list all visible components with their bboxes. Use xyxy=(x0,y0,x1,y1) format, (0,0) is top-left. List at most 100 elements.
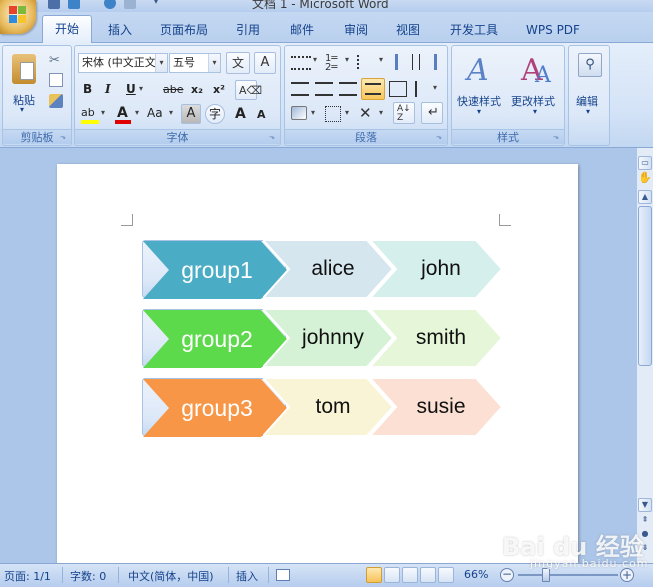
italic-icon[interactable]: I xyxy=(105,82,111,96)
change-styles-button[interactable]: A A 更改样式 ▾ xyxy=(510,48,564,124)
member-chevron[interactable]: john xyxy=(370,240,502,298)
copy-icon[interactable] xyxy=(49,73,63,87)
pan-hand-icon[interactable]: ✋ xyxy=(638,172,652,186)
zoom-slider-track[interactable] xyxy=(518,574,618,576)
tab-insert[interactable]: 插入 xyxy=(100,20,140,42)
underline-dropdown-icon[interactable]: ▾ xyxy=(139,84,143,93)
tab-references[interactable]: 引用 xyxy=(228,20,268,42)
strikethrough-icon[interactable]: abe xyxy=(163,83,184,96)
scroll-up-icon[interactable]: ▲ xyxy=(638,190,652,204)
shading-dropdown-icon[interactable]: ▾ xyxy=(311,108,315,117)
member-chevron[interactable]: susie xyxy=(370,378,502,436)
paste-dropdown-icon[interactable]: ▾ xyxy=(20,105,24,114)
previous-page-icon[interactable]: ⇞ xyxy=(638,514,652,528)
tab-developer[interactable]: 开发工具 xyxy=(442,20,506,42)
web-layout-icon[interactable] xyxy=(402,567,418,583)
numbering-icon[interactable]: 1═ 2═ xyxy=(325,54,337,73)
align-right-icon[interactable] xyxy=(339,82,357,96)
sort-button[interactable]: A↓ Z xyxy=(393,102,415,124)
insert-mode-indicator[interactable]: 插入 xyxy=(236,568,258,584)
tab-review[interactable]: 审阅 xyxy=(336,20,376,42)
macro-record-icon[interactable] xyxy=(276,569,290,581)
underline-icon[interactable]: U xyxy=(126,82,136,96)
numbering-dropdown-icon[interactable]: ▾ xyxy=(345,55,349,64)
font-name-dropdown-icon[interactable]: ▾ xyxy=(155,54,167,72)
language-indicator[interactable]: 中文(简体，中国) xyxy=(128,568,214,584)
office-button[interactable] xyxy=(0,0,36,34)
superscript-icon[interactable]: x² xyxy=(213,83,225,96)
shading-icon[interactable] xyxy=(291,106,307,120)
font-color-icon[interactable]: A xyxy=(117,105,128,121)
font-color-dropdown-icon[interactable]: ▾ xyxy=(135,108,139,117)
paragraph-launcher-icon[interactable]: ⬎ xyxy=(436,133,444,141)
bold-icon[interactable]: B xyxy=(83,82,92,96)
page-count[interactable]: 页面: 1/1 xyxy=(4,568,51,584)
enclose-characters-button[interactable]: 字 xyxy=(205,104,225,124)
character-shading-button[interactable]: A xyxy=(181,104,201,124)
font-launcher-icon[interactable]: ⬎ xyxy=(269,133,277,141)
tab-wps-pdf[interactable]: WPS PDF xyxy=(520,20,586,42)
print-preview-icon[interactable] xyxy=(124,0,136,9)
scroll-down-icon[interactable]: ▼ xyxy=(638,498,652,512)
clipboard-launcher-icon[interactable]: ⬎ xyxy=(60,133,68,141)
shrink-font-icon[interactable]: A xyxy=(257,108,266,121)
bullets-icon[interactable] xyxy=(291,56,311,70)
phonetic-guide-button[interactable]: 文 xyxy=(226,52,250,74)
zoom-out-icon[interactable]: − xyxy=(500,568,514,582)
align-center-icon[interactable] xyxy=(315,82,333,96)
font-size-dropdown-icon[interactable]: ▾ xyxy=(208,54,220,72)
save-icon[interactable] xyxy=(48,0,60,9)
undo-icon[interactable] xyxy=(68,0,80,9)
zoom-slider-thumb[interactable] xyxy=(542,568,550,582)
borders-icon[interactable] xyxy=(325,106,341,122)
paste-button[interactable]: 粘贴 ▾ xyxy=(5,48,41,114)
cut-icon[interactable]: ✂ xyxy=(49,54,63,68)
character-border-button[interactable]: A xyxy=(254,52,276,74)
tab-view[interactable]: 视图 xyxy=(388,20,428,42)
tab-mailings[interactable]: 邮件 xyxy=(282,20,322,42)
align-left-icon[interactable] xyxy=(291,82,309,96)
font-size-combo[interactable]: 五号 ▾ xyxy=(169,53,221,73)
line-spacing-icon[interactable] xyxy=(415,81,431,97)
styles-launcher-icon[interactable]: ⬎ xyxy=(553,133,561,141)
font-group: 宋体 (中文正文 ▾ 五号 ▾ 文 A B I U ▾ abe x₂ x² A⌫… xyxy=(74,45,281,146)
distributed-icon[interactable] xyxy=(389,81,407,97)
decrease-indent-icon[interactable] xyxy=(395,54,413,70)
scrollbar-thumb[interactable] xyxy=(638,206,652,366)
change-case-dropdown-icon[interactable]: ▾ xyxy=(169,108,173,117)
member-chevron[interactable]: smith xyxy=(370,309,502,367)
bullets-dropdown-icon[interactable]: ▾ xyxy=(313,55,317,64)
grow-font-icon[interactable]: A xyxy=(235,106,246,122)
draft-view-icon[interactable] xyxy=(438,567,454,583)
justify-button[interactable] xyxy=(361,78,385,100)
word-count[interactable]: 字数: 0 xyxy=(70,568,106,584)
font-name-combo[interactable]: 宋体 (中文正文 ▾ xyxy=(78,53,168,73)
change-case-icon[interactable]: Aa xyxy=(147,106,163,120)
show-marks-button[interactable]: ↵ xyxy=(421,102,443,124)
format-painter-icon[interactable] xyxy=(49,94,63,108)
redo-icon[interactable] xyxy=(104,0,116,9)
highlight-dropdown-icon[interactable]: ▾ xyxy=(101,108,105,117)
print-layout-view-icon[interactable] xyxy=(366,567,382,583)
increase-indent-icon[interactable] xyxy=(419,54,437,70)
multilevel-list-dropdown-icon[interactable]: ▾ xyxy=(379,55,383,64)
borders-dropdown-icon[interactable]: ▾ xyxy=(345,108,349,117)
editing-button[interactable]: ⚲ 编辑 ▾ xyxy=(571,48,607,124)
multilevel-list-icon[interactable] xyxy=(357,55,377,69)
zoom-in-icon[interactable]: + xyxy=(620,568,634,582)
full-screen-reading-icon[interactable] xyxy=(384,567,400,583)
outline-view-icon[interactable] xyxy=(420,567,436,583)
chinese-layout-dropdown-icon[interactable]: ▾ xyxy=(379,108,383,117)
chinese-layout-icon[interactable]: ✕ xyxy=(359,104,372,122)
document-page[interactable]: group1 alice john group2 johnny smith gr… xyxy=(57,164,578,563)
clear-formatting-button[interactable]: A⌫ xyxy=(235,80,262,100)
vertical-scrollbar[interactable]: ▭ ✋ ▲ ▼ ⇞ ● ⇟ xyxy=(637,148,653,563)
customize-quick-access-icon[interactable]: ▾ xyxy=(154,0,162,9)
tab-page-layout[interactable]: 页面布局 xyxy=(152,20,216,42)
subscript-icon[interactable]: x₂ xyxy=(191,83,203,96)
zoom-level[interactable]: 66% xyxy=(464,568,488,581)
tab-home[interactable]: 开始 xyxy=(42,15,92,43)
quick-styles-button[interactable]: A 快速样式 ▾ xyxy=(454,48,508,124)
line-spacing-dropdown-icon[interactable]: ▾ xyxy=(433,83,437,92)
ruler-toggle-icon[interactable]: ▭ xyxy=(638,156,652,170)
